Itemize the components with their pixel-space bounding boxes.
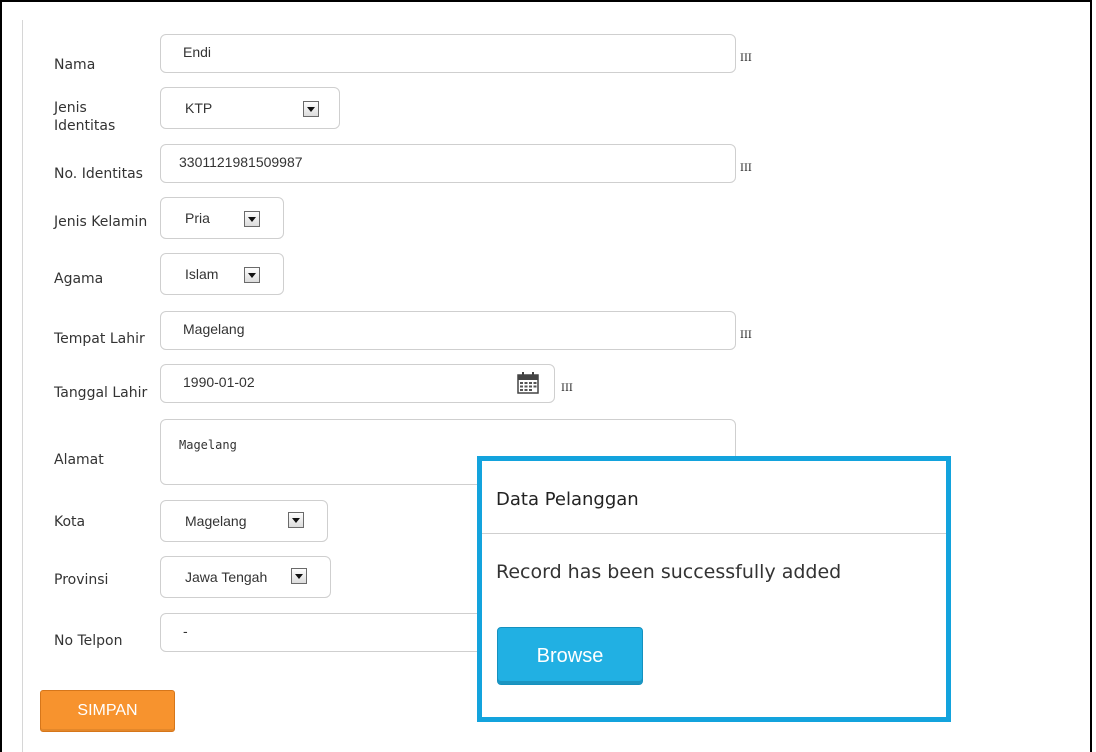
no-telpon-value: -: [183, 623, 188, 639]
no-identitas-label: No. Identitas: [54, 166, 143, 182]
jenis-kelamin-value: Pria: [185, 210, 210, 226]
tanggal-lahir-input[interactable]: 1990-01-02: [160, 364, 555, 403]
agama-label: Agama: [54, 271, 104, 287]
chevron-down-icon[interactable]: [244, 267, 260, 283]
browse-button[interactable]: Browse: [497, 627, 643, 685]
jenis-kelamin-select[interactable]: Pria: [160, 197, 284, 239]
tanggal-lahir-value: 1990-01-02: [183, 374, 255, 390]
dialog-message: Record has been successfully added: [496, 561, 842, 583]
nama-label: Nama: [54, 57, 96, 73]
no-identitas-required-mark: III: [740, 163, 752, 174]
nama-input[interactable]: Endi: [160, 34, 736, 73]
kota-select[interactable]: Magelang: [160, 500, 328, 542]
no-identitas-value: 3301121981509987: [179, 154, 303, 170]
dialog-title: Data Pelanggan: [496, 489, 639, 510]
jenis-identitas-select[interactable]: KTP: [160, 87, 340, 129]
jenis-kelamin-label: Jenis Kelamin: [54, 214, 148, 230]
tempat-lahir-input[interactable]: Magelang: [160, 311, 736, 350]
tempat-lahir-value: Magelang: [183, 321, 245, 337]
jenis-identitas-value: KTP: [185, 100, 213, 116]
provinsi-value: Jawa Tengah: [185, 569, 268, 585]
no-identitas-input[interactable]: 3301121981509987: [160, 144, 736, 183]
nama-required-mark: III: [740, 53, 752, 64]
kota-value: Magelang: [185, 513, 247, 529]
form-border-line: [22, 20, 23, 752]
nama-value: Endi: [183, 44, 212, 60]
agama-select[interactable]: Islam: [160, 253, 284, 295]
calendar-icon[interactable]: [516, 371, 540, 395]
simpan-button[interactable]: SIMPAN: [40, 690, 175, 732]
tempat-lahir-label: Tempat Lahir: [54, 331, 145, 347]
agama-value: Islam: [185, 266, 219, 282]
chevron-down-icon[interactable]: [244, 211, 260, 227]
provinsi-select[interactable]: Jawa Tengah: [160, 556, 331, 598]
dialog-divider: [482, 533, 946, 534]
provinsi-label: Provinsi: [54, 572, 109, 588]
kota-label: Kota: [54, 514, 86, 530]
tempat-lahir-required-mark: III: [740, 330, 752, 341]
chevron-down-icon[interactable]: [303, 101, 319, 117]
no-telpon-label: No Telpon: [54, 633, 123, 649]
tanggal-lahir-required-mark: III: [561, 383, 573, 394]
chevron-down-icon[interactable]: [291, 568, 307, 584]
alamat-value: Magelang: [179, 438, 237, 452]
jenis-identitas-label: Jenis Identitas: [54, 100, 116, 134]
tanggal-lahir-label: Tanggal Lahir: [54, 385, 148, 401]
chevron-down-icon[interactable]: [288, 512, 304, 528]
alamat-label: Alamat: [54, 452, 104, 468]
success-dialog: Data Pelanggan Record has been successfu…: [477, 456, 951, 722]
